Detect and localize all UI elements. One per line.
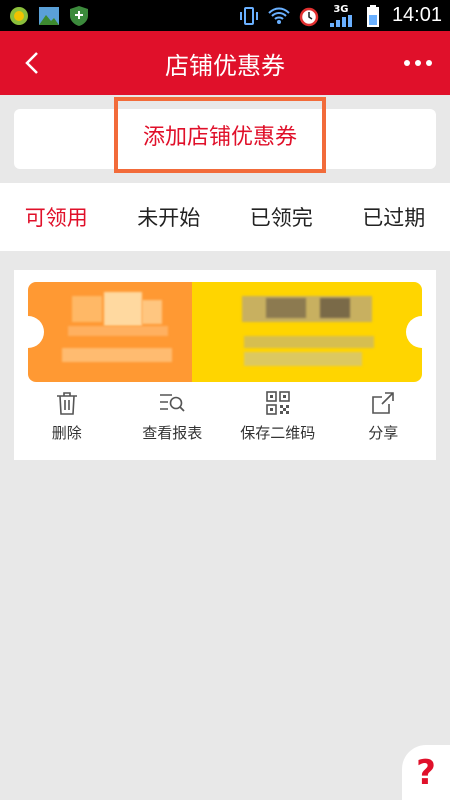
view-report-label: 查看报表: [142, 424, 203, 442]
tab-claimed-out[interactable]: 已领完: [225, 183, 338, 251]
signal-icon: 3G: [328, 3, 354, 27]
save-qr-button[interactable]: 保存二维码: [225, 390, 331, 452]
coupon-info-panel: [192, 282, 422, 382]
add-coupon-label: 添加店铺优惠券: [142, 125, 297, 150]
help-button[interactable]: ?: [402, 745, 450, 800]
coupon-actions: 删除 查看报表 保存二维码 分享: [14, 390, 436, 452]
app-icon: [8, 5, 30, 27]
share-icon: [370, 390, 396, 416]
shield-icon: [68, 5, 90, 27]
tab-not-started[interactable]: 未开始: [113, 183, 226, 251]
coupon-ticket[interactable]: [28, 282, 422, 382]
clock-time: 14:01: [391, 4, 442, 26]
delete-label: 删除: [51, 424, 82, 442]
coupon-value-panel: [28, 282, 192, 382]
share-button[interactable]: 分享: [331, 390, 437, 452]
report-search-icon: [159, 390, 185, 416]
image-icon: [38, 5, 60, 27]
network-type: 3G: [333, 3, 349, 15]
view-report-button[interactable]: 查看报表: [120, 390, 226, 452]
tab-available[interactable]: 可领用: [0, 183, 113, 251]
share-label: 分享: [368, 424, 399, 442]
tab-expired[interactable]: 已过期: [338, 183, 450, 251]
vibrate-icon: [238, 5, 260, 27]
app-header: 店铺优惠券: [0, 31, 450, 95]
back-button[interactable]: [18, 49, 46, 77]
battery-icon: [362, 4, 384, 27]
alarm-icon: [298, 5, 320, 27]
add-coupon-button[interactable]: 添加店铺优惠券: [114, 97, 326, 173]
delete-button[interactable]: 删除: [14, 390, 120, 452]
more-dots-icon: [404, 60, 410, 66]
more-button[interactable]: [402, 53, 434, 73]
status-bar: 3G 14:01: [0, 0, 450, 31]
status-right-icons: 3G 14:01: [238, 4, 442, 27]
coupon-status-tabs: 可领用 未开始 已领完 已过期: [0, 183, 450, 251]
wifi-icon: [268, 5, 290, 27]
trash-icon: [54, 390, 80, 416]
page-title: 店铺优惠券: [165, 51, 285, 80]
chevron-left-icon: [25, 52, 38, 74]
coupon-card: 删除 查看报表 保存二维码 分享: [14, 270, 436, 460]
help-icon: ?: [416, 752, 436, 793]
status-left-icons: [8, 5, 90, 27]
save-qr-label: 保存二维码: [240, 424, 316, 442]
qr-code-icon: [265, 390, 291, 416]
